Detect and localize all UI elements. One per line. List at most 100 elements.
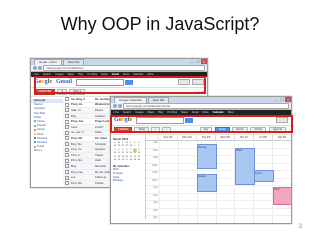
time-slot[interactable] — [177, 216, 197, 223]
time-slot[interactable] — [272, 141, 291, 148]
time-slot[interactable] — [159, 156, 178, 163]
time-slot[interactable] — [272, 171, 291, 178]
mail-checkbox[interactable] — [65, 108, 69, 113]
time-slot[interactable] — [253, 141, 272, 148]
time-slot[interactable] — [253, 163, 272, 170]
time-slot[interactable] — [159, 201, 178, 208]
time-slot[interactable] — [177, 178, 197, 185]
week-day-header[interactable]: Mon 3/4 — [177, 135, 196, 140]
time-slot[interactable] — [196, 193, 216, 200]
mail-checkbox[interactable] — [65, 164, 69, 169]
time-slot[interactable] — [177, 171, 197, 178]
time-slot[interactable] — [177, 156, 197, 163]
sidebar-item[interactable]: More ▾ — [31, 149, 63, 153]
time-slot[interactable] — [159, 193, 178, 200]
time-slot[interactable] — [253, 201, 272, 208]
time-slot[interactable] — [196, 208, 216, 215]
close-icon[interactable]: × — [201, 59, 207, 64]
time-slot[interactable] — [159, 171, 178, 178]
week-day-header[interactable]: Fri 3/8 — [253, 135, 272, 140]
week-day-header[interactable]: Thu 3/7 — [234, 135, 253, 140]
mail-checkbox[interactable] — [65, 119, 69, 124]
week-day-header[interactable]: Tue 3/5 — [196, 135, 215, 140]
back-icon[interactable] — [33, 66, 37, 70]
time-slot[interactable] — [159, 178, 178, 185]
mail-checkbox[interactable] — [65, 136, 69, 141]
mail-checkbox[interactable] — [65, 170, 69, 175]
mail-checkbox[interactable] — [65, 147, 69, 152]
mail-checkbox[interactable] — [65, 181, 69, 186]
mini-calendar-day[interactable]: 30 — [137, 159, 141, 162]
mail-checkbox[interactable] — [65, 130, 69, 135]
navbar-link[interactable]: YouTube — [167, 111, 177, 114]
week-day-header[interactable]: Sat 3/9 — [272, 135, 291, 140]
time-slot[interactable] — [177, 141, 197, 148]
time-slot[interactable] — [159, 163, 178, 170]
navbar-link[interactable]: News — [181, 111, 188, 114]
time-slot[interactable] — [159, 216, 178, 223]
mail-checkbox[interactable] — [65, 114, 69, 119]
navbar-link[interactable]: Play — [158, 111, 163, 114]
time-slot[interactable] — [234, 208, 253, 215]
close-icon[interactable]: × — [285, 97, 291, 102]
time-slot[interactable] — [234, 193, 253, 200]
navbar-link[interactable]: Search — [123, 111, 131, 114]
mail-checkbox[interactable] — [65, 125, 69, 130]
back-icon[interactable] — [113, 104, 117, 108]
week-day-header[interactable]: Sun 3/3 — [158, 135, 177, 140]
time-slot[interactable] — [159, 186, 178, 193]
navbar-link[interactable]: Drive — [203, 111, 209, 114]
calendar-event[interactable]: Party — [272, 186, 291, 205]
time-slot[interactable] — [177, 186, 197, 193]
navbar-link[interactable]: Gmail — [192, 111, 199, 114]
time-slot[interactable] — [272, 163, 291, 170]
time-slot[interactable] — [177, 148, 197, 155]
time-slot[interactable] — [253, 186, 272, 193]
time-slot[interactable] — [253, 216, 272, 223]
time-slot[interactable] — [159, 208, 178, 215]
mail-checkbox[interactable] — [65, 142, 69, 147]
time-slot[interactable] — [177, 201, 197, 208]
time-slot[interactable] — [215, 193, 235, 200]
time-slot[interactable] — [215, 163, 235, 170]
time-slot[interactable] — [253, 193, 272, 200]
time-slot[interactable] — [215, 208, 235, 215]
calendar-event[interactable]: Lunch — [253, 170, 274, 182]
url-input[interactable]: mail.google.com/mail/#inbox — [43, 65, 205, 71]
url-input[interactable]: www.google.com/calendar/render — [123, 103, 289, 109]
time-slot[interactable] — [177, 193, 197, 200]
time-slot[interactable] — [253, 208, 272, 215]
forward-icon[interactable] — [38, 66, 42, 70]
time-slot[interactable] — [159, 141, 178, 148]
navbar-link[interactable]: More — [228, 111, 234, 114]
navbar-link-active[interactable]: Calendar — [213, 111, 224, 114]
time-slot[interactable] — [272, 216, 291, 223]
mail-checkbox[interactable] — [65, 102, 69, 107]
mail-checkbox[interactable] — [65, 97, 69, 102]
time-slot[interactable] — [215, 171, 235, 178]
calendar-event[interactable]: Review — [196, 173, 217, 192]
time-slot[interactable] — [177, 208, 197, 215]
time-slot[interactable] — [272, 178, 291, 185]
navbar-link[interactable]: Images — [135, 111, 144, 114]
time-slot[interactable] — [253, 156, 272, 163]
mail-checkbox[interactable] — [65, 153, 69, 158]
navbar-link[interactable]: Maps — [148, 111, 154, 114]
my-calendar-item[interactable]: Birthdays — [113, 179, 143, 183]
time-slot[interactable] — [215, 156, 235, 163]
time-slot[interactable] — [177, 163, 197, 170]
forward-icon[interactable] — [118, 104, 122, 108]
mail-checkbox[interactable] — [65, 158, 69, 163]
time-slot[interactable] — [234, 216, 253, 223]
time-slot[interactable] — [272, 148, 291, 155]
mail-checkbox[interactable] — [65, 175, 69, 180]
time-slot[interactable] — [215, 148, 235, 155]
time-slot[interactable] — [215, 186, 235, 193]
week-day-header[interactable]: Wed 3/6 — [215, 135, 234, 140]
time-slot[interactable] — [234, 201, 253, 208]
time-slot[interactable] — [196, 201, 216, 208]
time-slot[interactable] — [234, 186, 253, 193]
time-slot[interactable] — [215, 178, 235, 185]
time-slot[interactable] — [159, 148, 178, 155]
time-slot[interactable] — [253, 148, 272, 155]
